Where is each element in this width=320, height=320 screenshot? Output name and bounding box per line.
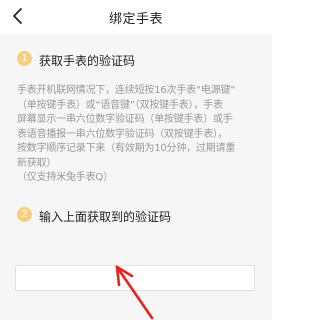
description-line: （仅支持米兔手表Q） <box>17 172 113 183</box>
title-bar: 绑定手表 <box>0 0 272 34</box>
step-2-badge: 2 <box>17 207 32 222</box>
description-line: 屏幕显示一串六位数字验证码（单按键手表）或手 <box>17 114 233 125</box>
step-1-title: 获取手表的验证码 <box>39 54 136 68</box>
description-line: 表语音播报一串六位数字验证码（双按键手表）， <box>17 128 228 140</box>
step-2-title: 输入上面获取到的验证码 <box>39 210 172 224</box>
step-1-badge: 1 <box>17 51 32 66</box>
step-1-description: 手表开机联网情况下，连续短按16次手表“电源键” （单按键手表）或“语音键”（双… <box>17 84 263 186</box>
description-line: 新获取） <box>17 157 57 169</box>
description-line: （单按键手表）或“语音键”（双按键手表），手表 <box>17 99 223 111</box>
description-line: 按数字顺序记录下来（有效期为10分钟，过期请重 <box>17 143 236 154</box>
verification-code-input[interactable] <box>15 265 255 291</box>
description-line: 手表开机联网情况下，连续短按16次手表“电源键” <box>17 85 236 96</box>
page-title: 绑定手表 <box>108 12 163 27</box>
